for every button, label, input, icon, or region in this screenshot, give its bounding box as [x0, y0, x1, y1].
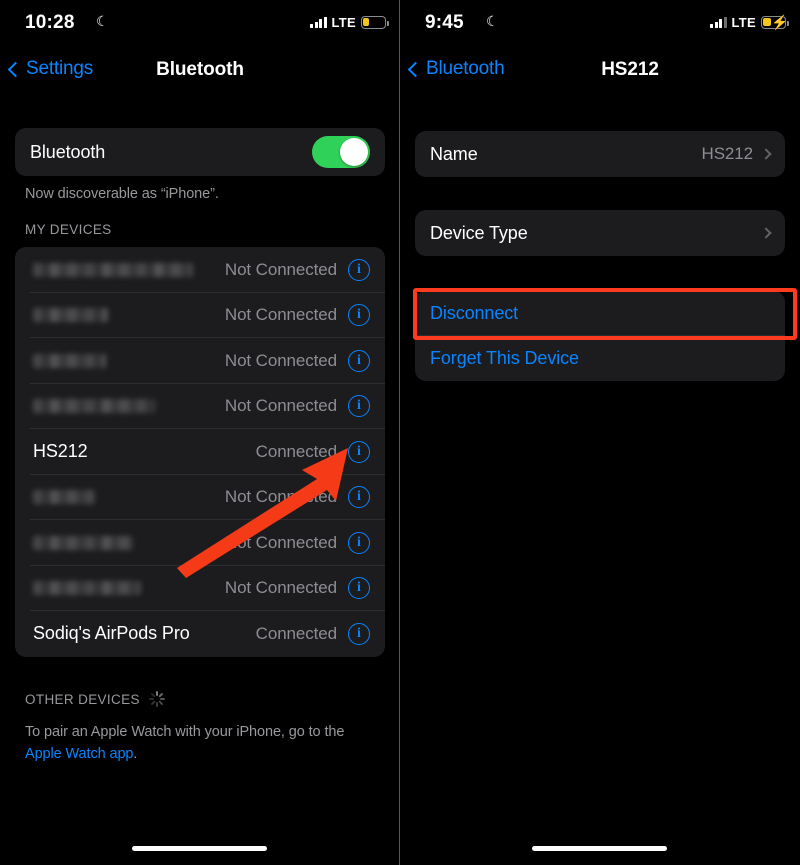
- apple-watch-note-end: .: [133, 746, 138, 762]
- name-card: Name HS212: [415, 131, 785, 177]
- device-type-row-label: Device Type: [430, 222, 528, 243]
- info-circle-icon[interactable]: i: [348, 577, 370, 600]
- device-type-card: Device Type: [415, 210, 785, 256]
- redacted-device-name: [33, 399, 155, 414]
- toggle-knob: [340, 138, 368, 166]
- redacted-device-name: [33, 262, 193, 277]
- device-status: Not Connected: [224, 487, 337, 507]
- other-devices-header: OTHER DEVICES: [25, 691, 165, 707]
- device-row[interactable]: Not Connected i: [15, 247, 385, 293]
- device-status: Not Connected: [224, 350, 337, 370]
- device-name: Sodiq's AirPods Pro: [33, 623, 190, 644]
- status-bar-left: 10:28 ☾ LTE: [0, 0, 400, 46]
- my-devices-header: MY DEVICES: [25, 222, 112, 237]
- device-row[interactable]: Not Connected i: [15, 520, 385, 566]
- status-time: 10:28: [25, 12, 75, 33]
- device-name: HS212: [33, 441, 88, 462]
- cellular-signal-icon: [710, 16, 727, 28]
- my-devices-header-label: MY DEVICES: [25, 222, 112, 237]
- device-row[interactable]: Not Connected i: [15, 338, 385, 384]
- forget-this-device-label: Forget This Device: [430, 348, 579, 368]
- info-circle-icon[interactable]: i: [348, 395, 370, 418]
- disconnect-button[interactable]: Disconnect: [415, 291, 785, 336]
- right-phone-screen: 9:45 ☾ LTE ⚡ Bluetooth HS212 Name HS212 …: [400, 0, 800, 865]
- apple-watch-note-line1: To pair an Apple Watch with your iPhone,…: [25, 724, 345, 740]
- device-status: Not Connected: [224, 578, 337, 598]
- bluetooth-toggle-row[interactable]: Bluetooth: [15, 128, 385, 176]
- info-circle-icon[interactable]: i: [348, 258, 370, 281]
- redacted-device-name: [33, 581, 141, 596]
- info-circle-icon[interactable]: i: [348, 622, 370, 645]
- carrier-label: LTE: [331, 14, 356, 30]
- redacted-device-name: [33, 535, 133, 550]
- status-indicators: LTE ⚡: [710, 13, 789, 31]
- device-row-airpods[interactable]: Sodiq's AirPods Pro Connected i: [15, 611, 385, 657]
- bluetooth-toggle-label: Bluetooth: [30, 141, 106, 162]
- crescent-moon-icon: ☾: [96, 13, 109, 29]
- name-row-label: Name: [430, 143, 478, 164]
- nav-bar-right: Bluetooth HS212: [400, 52, 800, 94]
- device-row[interactable]: Not Connected i: [15, 384, 385, 429]
- forget-this-device-button[interactable]: Forget This Device: [415, 336, 785, 381]
- chevron-right-icon: [760, 227, 772, 239]
- device-row[interactable]: Not Connected i: [15, 566, 385, 611]
- nav-bar-left: Settings Bluetooth: [0, 52, 400, 94]
- device-row-hs212[interactable]: HS212 Connected i: [15, 429, 385, 475]
- activity-spinner-icon: [148, 691, 165, 707]
- status-indicators: LTE: [310, 13, 389, 31]
- name-row[interactable]: Name HS212: [415, 131, 785, 177]
- device-actions-card: Disconnect Forget This Device: [415, 291, 785, 381]
- device-row[interactable]: Not Connected i: [15, 475, 385, 520]
- charging-bolt-icon: ⚡: [771, 13, 789, 30]
- battery-charging-icon: ⚡: [761, 13, 789, 30]
- bluetooth-toggle-switch[interactable]: [312, 136, 370, 168]
- info-circle-icon[interactable]: i: [348, 440, 370, 463]
- apple-watch-note: To pair an Apple Watch with your iPhone,…: [25, 721, 382, 765]
- bluetooth-toggle-card: Bluetooth: [15, 128, 385, 176]
- device-row[interactable]: Not Connected i: [15, 293, 385, 338]
- info-circle-icon[interactable]: i: [348, 486, 370, 509]
- crescent-moon-icon: ☾: [486, 13, 499, 29]
- left-phone-screen: 10:28 ☾ LTE Settings Bluetooth Bluetooth…: [0, 0, 400, 865]
- my-devices-card: Not Connected i Not Connected i Not Conn…: [15, 247, 385, 657]
- discoverable-note: Now discoverable as “iPhone”.: [25, 186, 219, 202]
- device-status: Connected: [255, 441, 337, 461]
- status-bar-right: 9:45 ☾ LTE ⚡: [400, 0, 800, 46]
- info-circle-icon[interactable]: i: [348, 531, 370, 554]
- device-status: Not Connected: [224, 259, 337, 279]
- other-devices-header-label: OTHER DEVICES: [25, 691, 140, 707]
- disconnect-label: Disconnect: [430, 303, 519, 323]
- redacted-device-name: [33, 490, 95, 505]
- apple-watch-app-link[interactable]: Apple Watch app: [25, 746, 133, 762]
- status-time: 9:45: [425, 12, 464, 33]
- device-type-row[interactable]: Device Type: [415, 210, 785, 256]
- chevron-right-icon: [760, 148, 772, 160]
- cellular-signal-icon: [310, 16, 327, 28]
- home-indicator: [532, 846, 667, 851]
- info-circle-icon[interactable]: i: [348, 349, 370, 372]
- page-title: Bluetooth: [156, 59, 244, 80]
- page-title: HS212: [601, 59, 659, 80]
- info-circle-icon[interactable]: i: [348, 304, 370, 327]
- device-status: Not Connected: [224, 396, 337, 416]
- carrier-label: LTE: [731, 14, 756, 30]
- device-status: Not Connected: [224, 305, 337, 325]
- device-status: Connected: [255, 623, 337, 643]
- redacted-device-name: [33, 353, 106, 368]
- device-status: Not Connected: [224, 532, 337, 552]
- home-indicator: [132, 846, 267, 851]
- name-row-value: HS212: [701, 144, 754, 163]
- redacted-device-name: [33, 308, 108, 323]
- battery-low-icon: [361, 15, 389, 29]
- screenshot-root: 10:28 ☾ LTE Settings Bluetooth Bluetooth…: [0, 0, 800, 865]
